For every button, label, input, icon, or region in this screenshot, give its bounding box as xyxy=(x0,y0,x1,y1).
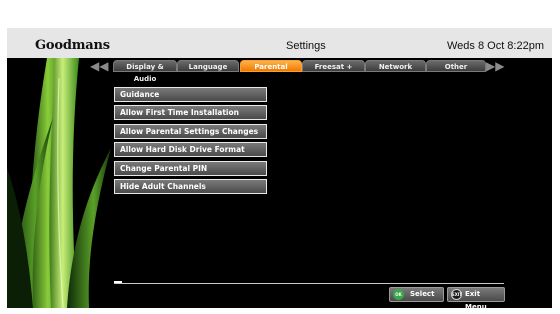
tab-parental[interactable]: Parental xyxy=(240,60,302,72)
main-panel xyxy=(7,58,552,308)
tab-network[interactable]: Network xyxy=(365,60,426,72)
menu-item-hide-adult-channels[interactable]: Hide Adult Channels xyxy=(114,179,267,194)
tab-freesat[interactable]: Freesat + xyxy=(302,60,365,72)
plant-decoration xyxy=(7,58,111,308)
exit-menu-label: Exit Menu xyxy=(465,290,487,311)
tab-language[interactable]: Language xyxy=(177,60,239,72)
tv-settings-screen: Goodmans Settings Weds 8 Oct 8:22pm ◀◀ ▶… xyxy=(0,0,560,314)
menu-item-allow-parental-settings-changes[interactable]: Allow Parental Settings Changes xyxy=(114,124,267,139)
tab-other[interactable]: Other xyxy=(426,60,486,72)
menu-item-allow-hdd-format[interactable]: Allow Hard Disk Drive Format xyxy=(114,142,267,157)
double-chevron-left-icon[interactable]: ◀◀ xyxy=(90,60,108,72)
header-bar: Goodmans Settings Weds 8 Oct 8:22pm xyxy=(7,28,552,58)
date-time: Weds 8 Oct 8:22pm xyxy=(446,40,544,52)
scroll-position-marker xyxy=(114,281,122,283)
menu-item-guidance[interactable]: Guidance xyxy=(114,87,267,102)
exit-menu-hint-button[interactable]: EXIT Exit Menu xyxy=(447,287,505,311)
exit-button-icon: EXIT xyxy=(451,289,462,300)
select-label: Select xyxy=(410,290,435,298)
ok-button-icon: OK xyxy=(393,289,404,300)
double-chevron-right-icon[interactable]: ▶▶ xyxy=(486,60,504,72)
select-hint-button[interactable]: OK Select xyxy=(389,287,444,302)
brand-logo: Goodmans xyxy=(35,38,110,53)
page-title: Settings xyxy=(286,40,326,52)
footer-divider xyxy=(114,283,504,284)
menu-item-allow-first-time-installation[interactable]: Allow First Time Installation xyxy=(114,105,267,120)
menu-item-change-parental-pin[interactable]: Change Parental PIN xyxy=(114,161,267,176)
tab-display-audio[interactable]: Display & Audio xyxy=(113,60,177,83)
